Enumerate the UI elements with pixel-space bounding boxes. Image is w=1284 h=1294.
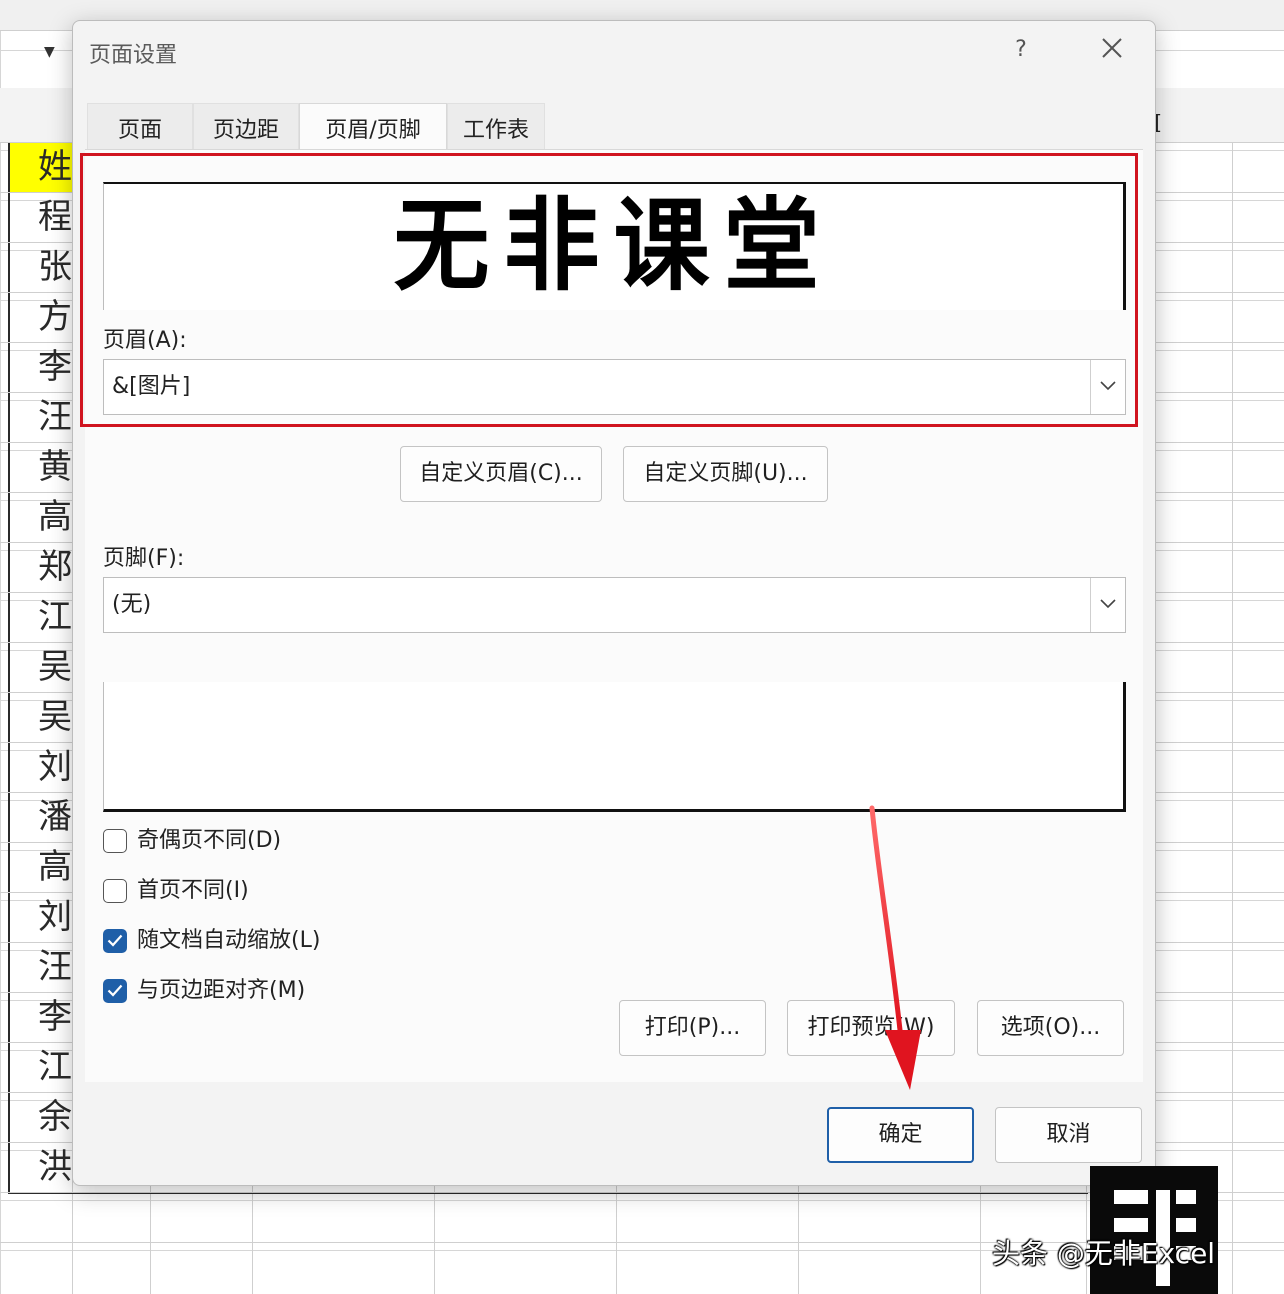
name-cell[interactable]: 洪 <box>10 1142 72 1192</box>
help-button[interactable]: ? <box>1007 33 1035 67</box>
watermark-logo <box>1090 1166 1218 1294</box>
close-button[interactable] <box>1095 31 1129 65</box>
align-margins-checkbox-row[interactable]: 与页边距对齐(M) <box>103 977 403 1007</box>
name-column-header-cell[interactable]: 姓 <box>10 142 72 192</box>
name-cell[interactable]: 刘 <box>10 892 72 942</box>
name-cell[interactable]: 张 <box>10 242 72 292</box>
name-cell[interactable]: 汪 <box>10 942 72 992</box>
scale-with-document-checkbox-row[interactable]: 随文档自动缩放(L) <box>103 927 403 957</box>
checkmark-icon <box>107 934 123 947</box>
align-margins-label[interactable]: 与页边距对齐(M) <box>137 977 305 1005</box>
watermark-text: 头条 @无非Excel <box>992 1237 1216 1270</box>
name-cell[interactable]: 吴 <box>10 642 72 692</box>
align-margins-checkbox[interactable] <box>103 979 127 1003</box>
tab-margins[interactable]: 页边距 <box>193 103 299 151</box>
scale-with-document-label[interactable]: 随文档自动缩放(L) <box>137 927 320 955</box>
chevron-down-icon <box>1100 381 1116 391</box>
header-select[interactable]: &[图片] <box>103 359 1126 415</box>
options-button[interactable]: 选项(O)... <box>977 1000 1124 1056</box>
scale-with-document-checkbox[interactable] <box>103 929 127 953</box>
name-cell[interactable]: 潘 <box>10 792 72 842</box>
custom-header-button[interactable]: 自定义页眉(C)... <box>400 446 602 502</box>
grid-line <box>1232 142 1233 1294</box>
footer-preview <box>103 682 1126 812</box>
print-preview-button[interactable]: 打印预览(W) <box>787 1000 955 1056</box>
name-cell[interactable]: 汪 <box>10 392 72 442</box>
first-page-checkbox[interactable] <box>103 879 127 903</box>
print-button[interactable]: 打印(P)... <box>619 1000 766 1056</box>
name-cell[interactable]: 余 <box>10 1092 72 1142</box>
header-select-value: &[图片] <box>112 374 191 399</box>
name-cell[interactable]: 方 <box>10 292 72 342</box>
custom-footer-button[interactable]: 自定义页脚(U)... <box>623 446 828 502</box>
odd-even-checkbox[interactable] <box>103 829 127 853</box>
first-page-label[interactable]: 首页不同(I) <box>137 877 249 905</box>
name-cell[interactable]: 程 <box>10 192 72 242</box>
tab-header-footer[interactable]: 页眉/页脚 <box>299 103 447 151</box>
checkmark-icon <box>107 984 123 997</box>
tab-sheet[interactable]: 工作表 <box>447 103 545 151</box>
header-dropdown-button[interactable] <box>1090 360 1125 414</box>
page-setup-dialog: 页面设置 ? 页面 页边距 页眉/页脚 工作表 无非课堂 页眉(A): &[图片… <box>72 20 1156 1186</box>
tab-page[interactable]: 页面 <box>87 103 193 151</box>
tab-panel-header-footer: 无非课堂 页眉(A): &[图片] 自定义页眉(C)... 自定义页脚(U)..… <box>80 149 1143 1082</box>
ok-button[interactable]: 确定 <box>827 1107 974 1163</box>
name-cell[interactable]: 郑 <box>10 542 72 592</box>
close-icon <box>1102 38 1122 58</box>
dialog-title: 页面设置 <box>89 43 178 68</box>
footer-label: 页脚(F): <box>103 546 185 571</box>
name-cell[interactable]: 李 <box>10 342 72 392</box>
name-cell[interactable]: 吴 <box>10 692 72 742</box>
odd-even-label[interactable]: 奇偶页不同(D) <box>137 827 281 855</box>
odd-even-checkbox-row[interactable]: 奇偶页不同(D) <box>103 827 403 857</box>
name-cell[interactable]: 江 <box>10 592 72 642</box>
dialog-titlebar: 页面设置 ? <box>73 21 1155 81</box>
chevron-down-icon <box>1100 599 1116 609</box>
name-box-dropdown-icon[interactable]: ▼ <box>44 44 55 60</box>
header-preview-image: 无非课堂 <box>393 187 834 305</box>
header-label: 页眉(A): <box>103 328 187 353</box>
cancel-button[interactable]: 取消 <box>995 1107 1142 1163</box>
name-cell[interactable]: 高 <box>10 842 72 892</box>
header-preview: 无非课堂 <box>103 182 1126 310</box>
name-cell[interactable]: 李 <box>10 992 72 1042</box>
footer-select[interactable]: (无) <box>103 577 1126 633</box>
name-column: 姓程张方李汪黄高郑江吴吴刘潘高刘汪李江余洪 <box>10 142 72 1192</box>
name-cell[interactable]: 刘 <box>10 742 72 792</box>
name-cell[interactable]: 高 <box>10 492 72 542</box>
name-cell[interactable]: 黄 <box>10 442 72 492</box>
footer-dropdown-button[interactable] <box>1090 578 1125 632</box>
footer-select-value: (无) <box>112 592 152 617</box>
first-page-checkbox-row[interactable]: 首页不同(I) <box>103 877 403 907</box>
name-cell[interactable]: 江 <box>10 1042 72 1092</box>
